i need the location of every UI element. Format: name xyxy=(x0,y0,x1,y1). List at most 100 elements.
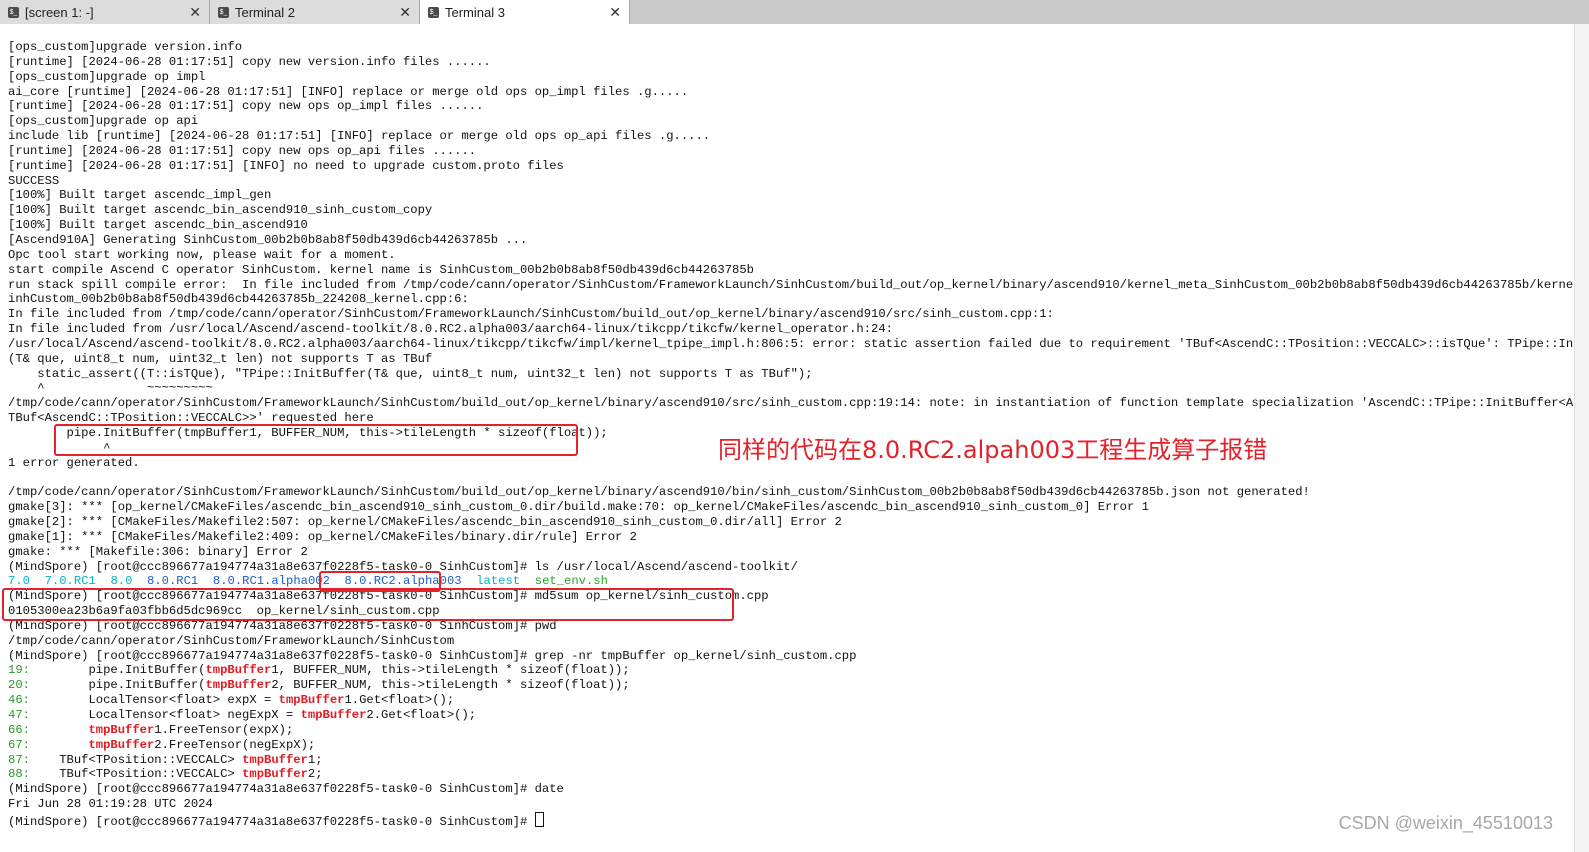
tab-label: Terminal 3 xyxy=(445,4,505,20)
grep-text: 2.Get<float>(); xyxy=(366,707,477,722)
grep-match: tmpBuffer xyxy=(242,767,308,782)
grep-line-number: 88: xyxy=(8,767,30,782)
tab-bar-empty-space xyxy=(630,0,1589,24)
grep-text: 2, BUFFER_NUM, this->tileLength * sizeof… xyxy=(271,678,630,693)
ls-separator xyxy=(198,574,213,588)
terminal-icon: $_ xyxy=(218,6,229,18)
grep-line-number: 87: xyxy=(8,752,30,767)
ls-entry: latest xyxy=(476,574,521,589)
tab-label: [screen 1: -] xyxy=(25,4,94,20)
grep-line-number: 20: xyxy=(8,678,30,693)
grep-text xyxy=(30,738,89,752)
grep-text: LocalTensor<float> expX = xyxy=(29,693,279,708)
grep-match: tmpBuffer xyxy=(300,707,367,722)
ls-separator xyxy=(96,574,111,588)
terminal-line: (MindSpore) [root@ccc896677a194774a31a8e… xyxy=(8,648,857,663)
watermark: CSDN @weixin_45510013 xyxy=(1338,813,1553,833)
highlight-box-initbuffer xyxy=(54,424,578,456)
grep-text: 2.FreeTensor(negExpX); xyxy=(154,737,316,752)
terminal-line: /tmp/code/cann/operator/SinhCustom/Frame… xyxy=(8,396,1589,411)
grep-match: tmpBuffer xyxy=(278,693,345,708)
terminal-line: (T& que, uint8_t num, uint32_t len) not … xyxy=(8,351,433,366)
terminal-line: [runtime] [2024-06-28 01:17:51] [INFO] n… xyxy=(8,158,564,173)
grep-text: pipe.InitBuffer( xyxy=(29,663,206,678)
grep-match: tmpBuffer xyxy=(205,678,272,693)
grep-match: tmpBuffer xyxy=(205,663,272,678)
grep-text: TBuf<TPosition::VECCALC> xyxy=(29,752,243,767)
close-icon[interactable]: ✕ xyxy=(609,4,621,21)
tab-terminal-2[interactable]: $_ Terminal 2 ✕ xyxy=(210,0,420,24)
terminal-line: SUCCESS xyxy=(8,173,60,188)
ls-entry: 8.0 xyxy=(110,574,133,589)
ls-entry: 8.0.RC1 xyxy=(147,574,199,589)
ls-entry: 8.0.RC1.alpha002 xyxy=(212,574,330,589)
terminal-line: gmake: *** [Makefile:306: binary] Error … xyxy=(8,544,308,559)
terminal-icon: $_ xyxy=(8,6,19,18)
grep-result-line: 88: TBuf<TPosition::VECCALC> tmpBuffer2; xyxy=(8,767,1573,782)
tab-terminal-3[interactable]: $_ Terminal 3 ✕ xyxy=(420,0,630,24)
terminal-line: [ops_custom]upgrade version.info xyxy=(8,40,243,54)
ls-separator xyxy=(520,574,535,588)
grep-match: tmpBuffer xyxy=(242,752,308,767)
terminal-line: In file included from /tmp/code/cann/ope… xyxy=(8,307,1054,322)
annotation-note: 同样的代码在8.0.RC2.alpah003工程生成算子报错 xyxy=(718,436,1268,464)
terminal-line: [ops_custom]upgrade op api xyxy=(8,114,199,129)
text-cursor xyxy=(534,811,544,827)
terminal-line: /tmp/code/cann/operator/SinhCustom/Frame… xyxy=(8,485,1310,500)
terminal-line: gmake[1]: *** [CMakeFiles/Makefile2:409:… xyxy=(8,529,637,544)
grep-text: 1, BUFFER_NUM, this->tileLength * sizeof… xyxy=(271,663,630,678)
grep-text: 1; xyxy=(307,752,323,767)
ls-separator xyxy=(30,574,45,588)
terminal-line: [100%] Built target ascendc_bin_ascend91… xyxy=(8,203,433,218)
scrollbar[interactable] xyxy=(1574,24,1589,852)
tab-bar: $_ [screen 1: -] ✕ $_ Terminal 2 ✕ $_ Te… xyxy=(0,0,1589,24)
grep-text xyxy=(30,723,89,737)
grep-result-line: 19: pipe.InitBuffer(tmpBuffer1, BUFFER_N… xyxy=(8,663,1573,678)
grep-text: TBuf<TPosition::VECCALC> xyxy=(29,767,243,782)
grep-match: tmpBuffer xyxy=(88,737,155,752)
terminal-line: [100%] Built target ascendc_impl_gen xyxy=(8,188,272,203)
ls-entry: 7.0.RC1 xyxy=(44,574,96,589)
ls-separator xyxy=(462,574,477,588)
terminal-line: [runtime] [2024-06-28 01:17:51] copy new… xyxy=(8,143,477,158)
terminal-line: [100%] Built target ascendc_bin_ascend91… xyxy=(8,218,308,233)
terminal-line: (MindSpore) [root@ccc896677a194774a31a8e… xyxy=(8,559,798,574)
terminal-icon: $_ xyxy=(428,6,439,18)
close-icon[interactable]: ✕ xyxy=(399,4,411,21)
grep-result-line: 87: TBuf<TPosition::VECCALC> tmpBuffer1; xyxy=(8,753,1573,768)
grep-line-number: 67: xyxy=(8,737,30,752)
terminal-line: static_assert((T::isTQue), "TPipe::InitB… xyxy=(8,366,813,381)
terminal-line: [ops_custom]upgrade op impl xyxy=(8,69,206,84)
grep-line-number: 46: xyxy=(8,693,30,708)
grep-text: 2; xyxy=(307,767,323,782)
terminal-line: run stack spill compile error: In file i… xyxy=(8,277,1589,292)
grep-text: 1.Get<float>(); xyxy=(344,693,455,708)
terminal-line: ai_core [runtime] [2024-06-28 01:17:51] … xyxy=(8,84,689,99)
terminal-line: Opc tool start working now, please wait … xyxy=(8,247,396,262)
grep-line-number: 66: xyxy=(8,722,30,737)
grep-text: pipe.InitBuffer( xyxy=(29,678,206,693)
ls-entry: 7.0 xyxy=(8,574,30,589)
terminal-line: include lib [runtime] [2024-06-28 01:17:… xyxy=(8,129,711,144)
ls-separator xyxy=(132,574,147,588)
terminal-line: In file included from /usr/local/Ascend/… xyxy=(8,322,893,337)
grep-result-line: 46: LocalTensor<float> expX = tmpBuffer1… xyxy=(8,693,1573,708)
grep-result-line: 66: tmpBuffer1.FreeTensor(expX); xyxy=(8,723,1573,738)
terminal-line: (MindSpore) [root@ccc896677a194774a31a8e… xyxy=(8,782,564,797)
grep-text: LocalTensor<float> negExpX = xyxy=(29,707,301,722)
grep-line-number: 19: xyxy=(8,663,30,678)
terminal-line: (MindSpore) [root@ccc896677a194774a31a8e… xyxy=(8,618,557,633)
grep-result-line: 47: LocalTensor<float> negExpX = tmpBuff… xyxy=(8,708,1573,723)
terminal-line: gmake[3]: *** [op_kernel/CMakeFiles/asce… xyxy=(8,500,1149,515)
terminal-line: [runtime] [2024-06-28 01:17:51] copy new… xyxy=(8,99,484,114)
grep-text: 1.FreeTensor(expX); xyxy=(154,722,294,737)
terminal-line: /usr/local/Ascend/ascend-toolkit/8.0.RC2… xyxy=(8,336,1589,351)
terminal-line: ^ ~~~~~~~~~ xyxy=(8,381,213,396)
shell-prompt: (MindSpore) [root@ccc896677a194774a31a8e… xyxy=(8,814,535,829)
terminal-line: [runtime] [2024-06-28 01:17:51] copy new… xyxy=(8,54,491,69)
ls-output-line: 7.0 7.0.RC1 8.0 8.0.RC1 8.0.RC1.alpha002… xyxy=(8,574,1573,589)
ls-entry: set_env.sh xyxy=(534,574,608,589)
tab-screen-1[interactable]: $_ [screen 1: -] ✕ xyxy=(0,0,210,24)
close-icon[interactable]: ✕ xyxy=(189,4,201,21)
